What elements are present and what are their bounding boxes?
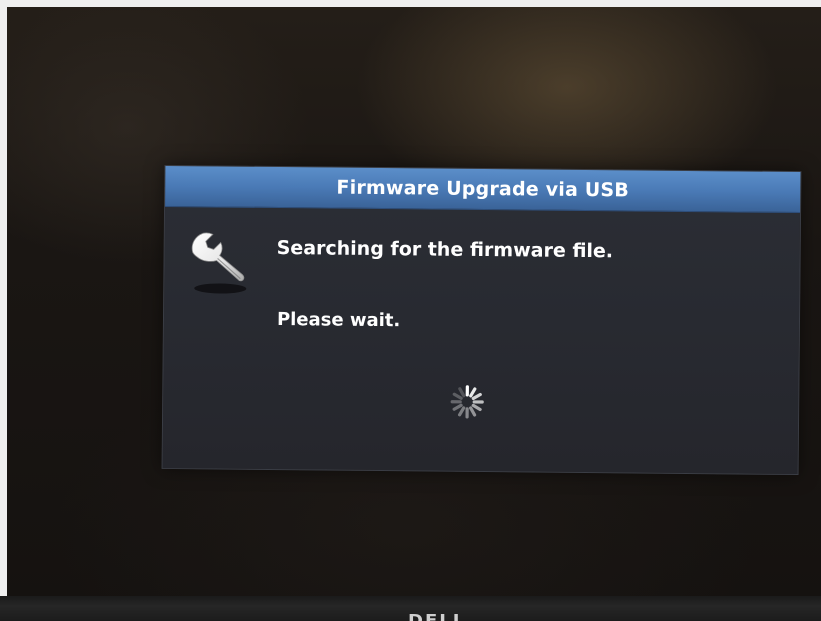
dialog-title: Firmware Upgrade via USB: [165, 165, 801, 214]
wait-message: Please wait.: [276, 309, 401, 332]
wrench-icon: [191, 232, 247, 294]
firmware-upgrade-dialog: Firmware Upgrade via USB Searching for t…: [161, 164, 802, 476]
loading-spinner-icon: [450, 385, 484, 419]
photo-of-monitor: Firmware Upgrade via USB Searching for t…: [0, 0, 821, 621]
status-message: Searching for the firmware file.: [276, 237, 614, 263]
brand-logo: DELL: [408, 611, 467, 621]
